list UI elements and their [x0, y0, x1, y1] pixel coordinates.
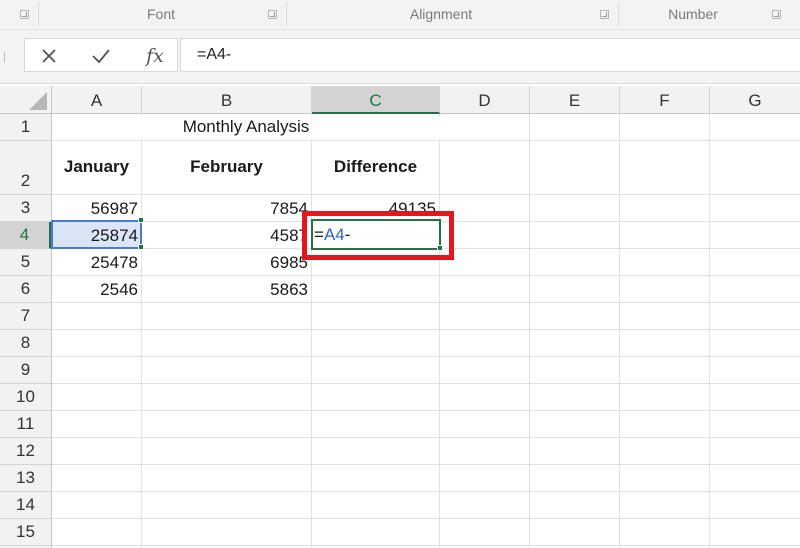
row-header-9[interactable]: 9 — [0, 357, 51, 384]
column-header-row: A B C D E F G — [0, 86, 800, 114]
highlight-annotation-box — [302, 211, 454, 260]
header-january-cell[interactable]: January — [52, 157, 141, 177]
name-box-edge — [4, 52, 8, 62]
row-header-column: 1 2 3 4 5 6 7 8 9 10 11 12 13 14 15 — [0, 114, 52, 548]
formula-buttons: fx — [24, 38, 178, 72]
row-header-2[interactable]: 2 — [0, 141, 51, 195]
number-dialog-launcher-icon[interactable] — [772, 10, 781, 19]
row-header-14[interactable]: 14 — [0, 492, 51, 519]
ribbon-group-number: Number — [668, 6, 718, 22]
row-header-8[interactable]: 8 — [0, 330, 51, 357]
function-icon[interactable]: fx — [135, 39, 175, 73]
formula-input[interactable]: =A4- — [180, 38, 800, 72]
select-all-button[interactable] — [0, 86, 52, 114]
row-header-15[interactable]: 15 — [0, 519, 51, 546]
cell-b6[interactable]: 5863 — [142, 280, 308, 300]
gridline — [52, 491, 800, 492]
row-header-11[interactable]: 11 — [0, 411, 51, 438]
gridline — [52, 140, 800, 141]
gridline — [52, 329, 800, 330]
alignment-dialog-launcher-icon[interactable] — [600, 10, 609, 19]
column-header-b[interactable]: B — [142, 86, 312, 114]
close-icon[interactable] — [29, 39, 69, 73]
gridline — [52, 302, 800, 303]
row-header-1[interactable]: 1 — [0, 114, 51, 141]
gridline — [52, 275, 800, 276]
ribbon-group-font: Font — [146, 6, 175, 22]
select-all-triangle-icon — [29, 92, 47, 110]
gridline — [52, 545, 800, 546]
clipboard-dialog-launcher-icon[interactable] — [20, 10, 29, 19]
gridline — [52, 518, 800, 519]
gridline — [311, 114, 312, 548]
header-difference-cell[interactable]: Difference — [312, 157, 439, 177]
cell-a3[interactable]: 56987 — [52, 199, 138, 219]
gridline — [141, 114, 142, 548]
cell-b3[interactable]: 7854 — [142, 199, 308, 219]
header-february-cell[interactable]: February — [142, 157, 311, 177]
row-header-3[interactable]: 3 — [0, 195, 51, 222]
column-header-f[interactable]: F — [620, 86, 710, 114]
row-header-4[interactable]: 4 — [0, 222, 51, 249]
gridline — [52, 410, 800, 411]
formula-bar: fx =A4- — [0, 30, 800, 84]
cell-a6[interactable]: 2546 — [52, 280, 138, 300]
column-header-d[interactable]: D — [440, 86, 530, 114]
cell-a4[interactable]: 25874 — [52, 226, 138, 246]
sheet-title-cell[interactable]: Monthly Analysis — [52, 117, 440, 139]
ribbon-group-alignment: Alignment — [409, 6, 473, 22]
gridline — [529, 114, 530, 548]
font-dialog-launcher-icon[interactable] — [268, 10, 277, 19]
column-header-a[interactable]: A — [52, 86, 142, 114]
column-header-e[interactable]: E — [530, 86, 620, 114]
gridline — [52, 464, 800, 465]
row-header-6[interactable]: 6 — [0, 276, 51, 303]
gridline — [52, 356, 800, 357]
gridline — [619, 114, 620, 548]
ribbon-group-labels: Font Alignment Number — [0, 0, 800, 30]
cell-a5[interactable]: 25478 — [52, 253, 138, 273]
cell-grid[interactable]: Monthly Analysis January February Differ… — [51, 114, 800, 548]
check-icon[interactable] — [81, 39, 121, 73]
cell-b5[interactable]: 6985 — [142, 253, 308, 273]
gridline — [52, 194, 800, 195]
gridline — [439, 114, 440, 548]
row-header-13[interactable]: 13 — [0, 465, 51, 492]
gridline — [709, 114, 710, 548]
gridline — [52, 383, 800, 384]
gridline — [52, 437, 800, 438]
column-header-c[interactable]: C — [312, 86, 440, 114]
column-header-g[interactable]: G — [710, 86, 800, 114]
row-header-5[interactable]: 5 — [0, 249, 51, 276]
row-header-10[interactable]: 10 — [0, 384, 51, 411]
cell-b4[interactable]: 4587 — [142, 226, 308, 246]
row-header-7[interactable]: 7 — [0, 303, 51, 330]
row-header-12[interactable]: 12 — [0, 438, 51, 465]
